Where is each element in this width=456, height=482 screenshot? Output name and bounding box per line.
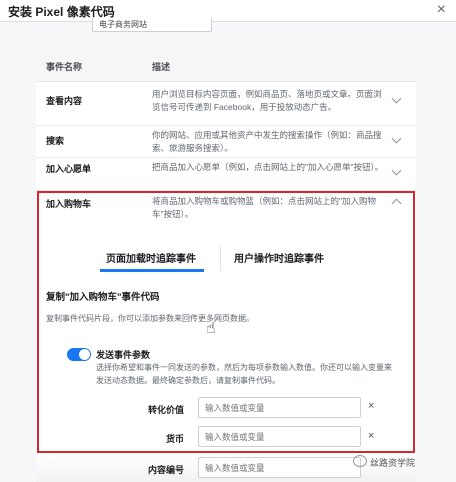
toggle-description: 选择你希望和事件一同发送的参数，然后为每项参数输入数值。你还可以输入变量来发送动…: [96, 363, 392, 385]
content-id-input[interactable]: [198, 457, 361, 478]
chevron-down-icon[interactable]: [391, 133, 402, 144]
dialog-title-bar: 安装 Pixel 像素代码 ×: [0, 0, 456, 22]
value-input[interactable]: [198, 397, 361, 418]
tab-track-on-user-action[interactable]: 用户操作时追踪事件: [234, 250, 324, 265]
event-row-add-to-wishlist[interactable]: 加入心愿单 把商品加入心愿单（例如，点击网站上的"加入心愿单"按钮）。: [36, 158, 416, 191]
toggle-knob: [79, 349, 90, 360]
event-name: 加入心愿单: [46, 164, 92, 174]
event-description: 将商品加入购物车或购物篮（例如：点击网站上的"加入购物车"按钮）。: [152, 196, 377, 219]
section-title: 复制"加入购物车"事件代码: [46, 292, 160, 303]
toggle-label: 发送事件参数: [96, 350, 151, 360]
event-row-view-content[interactable]: 查看内容 用户浏览目标内容页面，例如商品页、落地页或文章。页面浏览信号可传递到 …: [36, 82, 416, 126]
send-parameters-toggle[interactable]: [67, 348, 91, 361]
chevron-down-icon[interactable]: [391, 165, 402, 176]
tab-track-on-page-load[interactable]: 页面加载时追踪事件: [106, 250, 196, 265]
event-row-search[interactable]: 搜索 你的网站、应用或其他资产中发生的搜索操作（例如：商品搜索、旅游服务搜索）。: [36, 126, 416, 158]
header-description: 描述: [152, 62, 171, 72]
field-label-currency: 货币: [165, 434, 184, 444]
field-label-value: 转化价值: [147, 405, 184, 415]
clear-icon[interactable]: ×: [368, 400, 374, 412]
event-name: 查看内容: [46, 96, 83, 106]
section-subtitle: 复制事件代码片段，你可以添加参数来回传更多网页数据。: [46, 314, 254, 323]
field-label-content-id: 内容编号: [147, 465, 184, 475]
website-type-dropdown[interactable]: 电子商务网站: [92, 18, 212, 32]
dropdown-value: 电子商务网站: [99, 20, 147, 29]
header-event-name: 事件名称: [46, 62, 83, 72]
watermark-text: 丝路资学院: [370, 458, 416, 468]
currency-input[interactable]: [198, 426, 361, 447]
event-description: 你的网站、应用或其他资产中发生的搜索操作（例如：商品搜索、旅游服务搜索）。: [152, 130, 382, 153]
close-icon[interactable]: ×: [437, 1, 446, 19]
chevron-up-icon[interactable]: [391, 198, 402, 209]
chevron-down-icon[interactable]: [391, 93, 402, 104]
event-name: 搜索: [46, 136, 65, 146]
clear-icon[interactable]: ×: [368, 430, 374, 442]
event-row-add-to-cart[interactable]: 加入购物车 将商品加入购物车或购物篮（例如：点击网站上的"加入购物车"按钮）。: [36, 191, 416, 231]
table-header: 事件名称 描述: [36, 48, 416, 82]
wechat-logo-icon: [353, 455, 367, 467]
active-tab-indicator: [100, 269, 204, 272]
event-description: 把商品加入心愿单（例如，点击网站上的"加入心愿单"按钮）。: [152, 162, 384, 172]
event-description: 用户浏览目标内容页面，例如商品页、落地页或文章。页面浏览信号可传递到 Faceb…: [152, 89, 382, 112]
tab-divider: [220, 245, 221, 271]
event-name: 加入购物车: [46, 199, 92, 209]
pointer-hand-icon: ☝: [206, 320, 216, 337]
pixel-install-dialog: 安装 Pixel 像素代码 × 电子商务网站 事件名称 描述 查看内容 用户浏览…: [0, 0, 456, 482]
